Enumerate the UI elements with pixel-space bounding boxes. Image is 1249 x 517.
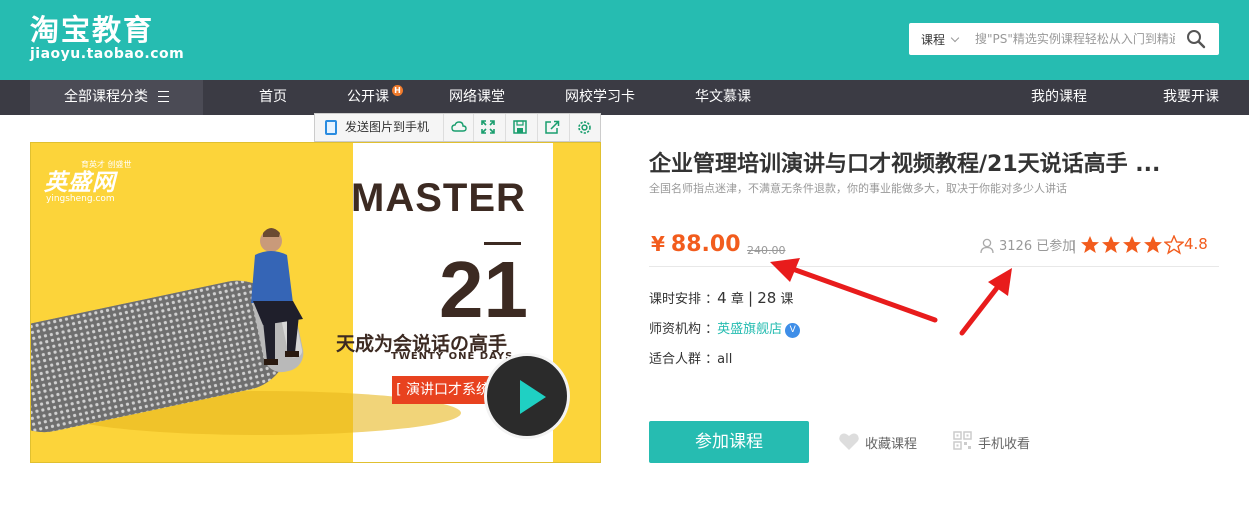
top-header: 淘宝教育 jiaoyu.taobao.com 课程 bbox=[0, 0, 1249, 80]
search-box: 课程 bbox=[909, 23, 1219, 55]
nav-item-label: 公开课 bbox=[347, 89, 389, 105]
send-image-label: 发送图片到手机 bbox=[345, 120, 430, 134]
heart-icon bbox=[839, 433, 859, 450]
course-banner-image[interactable]: 英盛网 育英才 创盛世 yingsheng.com MASTER 21 天成为会… bbox=[30, 142, 601, 463]
site-logo[interactable]: 淘宝教育 jiaoyu.taobao.com bbox=[30, 14, 184, 62]
menu-icon bbox=[158, 91, 169, 103]
nav-item-home[interactable]: 首页 bbox=[259, 80, 287, 115]
teacher-label: 师资机构 ： bbox=[649, 322, 719, 337]
cloud-icon bbox=[451, 121, 467, 132]
chapter-unit: 章 bbox=[730, 292, 744, 307]
expand-button[interactable] bbox=[473, 114, 503, 141]
course-subtitle: 全国名师指点迷津，不满意无条件退款，你的事业能做多大，取决于你能对多少人讲话 bbox=[649, 182, 1067, 195]
cloud-button[interactable] bbox=[443, 114, 473, 141]
nav-item-open-course[interactable]: 公开课 H bbox=[347, 80, 403, 115]
teacher-row: 师资机构 ： 英盛旗舰店 V bbox=[649, 318, 801, 338]
all-categories-label: 全部课程分类 bbox=[64, 89, 148, 105]
mobile-favorite-label: 手机收看 bbox=[978, 437, 1031, 452]
settings-icon bbox=[578, 121, 591, 134]
banner-brand-tagline: 育英才 创盛世 bbox=[81, 160, 132, 169]
banner-number: 21 bbox=[439, 245, 528, 334]
course-title: 企业管理培训演讲与口才视频教程/21天说话高手 ... bbox=[649, 152, 1161, 177]
learner-count-text: 3126 已参加 bbox=[999, 239, 1076, 254]
expand-icon bbox=[481, 120, 495, 134]
chapter-count: 4 bbox=[717, 289, 727, 307]
share-icon bbox=[545, 120, 560, 134]
logo-domain: jiaoyu.taobao.com bbox=[30, 46, 185, 62]
qr-code-icon bbox=[953, 431, 972, 450]
share-button[interactable] bbox=[537, 114, 567, 141]
save-button[interactable] bbox=[505, 114, 535, 141]
nav-item-study-card[interactable]: 网校学习卡 bbox=[565, 80, 635, 115]
join-course-button[interactable]: 参加课程 bbox=[649, 421, 809, 463]
nav-item-open-course-teach[interactable]: 我要开课 bbox=[1163, 80, 1219, 115]
search-type-select[interactable]: 课程 bbox=[921, 31, 945, 48]
settings-button[interactable] bbox=[569, 114, 599, 141]
verified-icon: V bbox=[785, 323, 801, 338]
all-categories-button[interactable]: 全部课程分类 bbox=[30, 80, 203, 115]
audience-value: all bbox=[717, 352, 733, 367]
lesson-count: 28 bbox=[757, 289, 777, 307]
nav-item-mooc[interactable]: 华文慕课 bbox=[695, 80, 751, 115]
teacher-link[interactable]: 英盛旗舰店 bbox=[717, 322, 782, 337]
audience-label: 适合人群 ： bbox=[649, 352, 719, 367]
currency-symbol: ¥ bbox=[651, 232, 665, 256]
play-icon bbox=[520, 380, 546, 414]
chevron-down-icon[interactable] bbox=[950, 33, 960, 43]
schedule-row: 课时安排 ： 4 章 | 28 课 bbox=[649, 288, 793, 307]
star-filled-icon bbox=[1102, 236, 1120, 253]
lesson-unit: 课 bbox=[780, 292, 794, 307]
schedule-label: 课时安排 ： bbox=[649, 292, 719, 307]
logo-title: 淘宝教育 bbox=[30, 13, 155, 47]
play-video-button[interactable] bbox=[484, 353, 570, 439]
nav-item-online-class[interactable]: 网络课堂 bbox=[449, 80, 505, 115]
course-price: ¥88.00 bbox=[651, 232, 741, 257]
banner-brand-url: yingsheng.com bbox=[46, 194, 115, 204]
favorite-label: 收藏课程 bbox=[865, 437, 918, 452]
search-icon[interactable] bbox=[1185, 29, 1207, 49]
star-filled-icon bbox=[1123, 236, 1141, 253]
price-value: 88.00 bbox=[670, 232, 741, 257]
main-nav: 全部课程分类 首页 公开课 H 网络课堂 网校学习卡 华文慕课 我的课程 我要开… bbox=[0, 80, 1249, 115]
image-toolbar: 发送图片到手机 bbox=[314, 113, 601, 142]
star-empty-icon bbox=[1164, 235, 1184, 255]
original-price: 240.00 bbox=[747, 244, 786, 257]
nav-item-my-courses[interactable]: 我的课程 bbox=[1031, 80, 1087, 115]
banner-headline: MASTER bbox=[351, 176, 526, 220]
rating-score: 4.8 bbox=[1184, 235, 1208, 253]
phone-icon bbox=[325, 120, 337, 135]
user-icon bbox=[980, 238, 994, 254]
save-icon bbox=[513, 120, 527, 134]
banner-subline: TWENTY ONE DAYS bbox=[391, 351, 514, 362]
separator: | bbox=[1072, 239, 1077, 254]
star-filled-icon bbox=[1144, 236, 1162, 253]
pipe-separator: | bbox=[747, 289, 754, 307]
search-input[interactable] bbox=[975, 29, 1175, 49]
star-filled-icon bbox=[1081, 236, 1099, 253]
hot-badge: H bbox=[392, 85, 403, 96]
divider bbox=[649, 266, 1219, 267]
audience-row: 适合人群 ： all bbox=[649, 348, 732, 367]
